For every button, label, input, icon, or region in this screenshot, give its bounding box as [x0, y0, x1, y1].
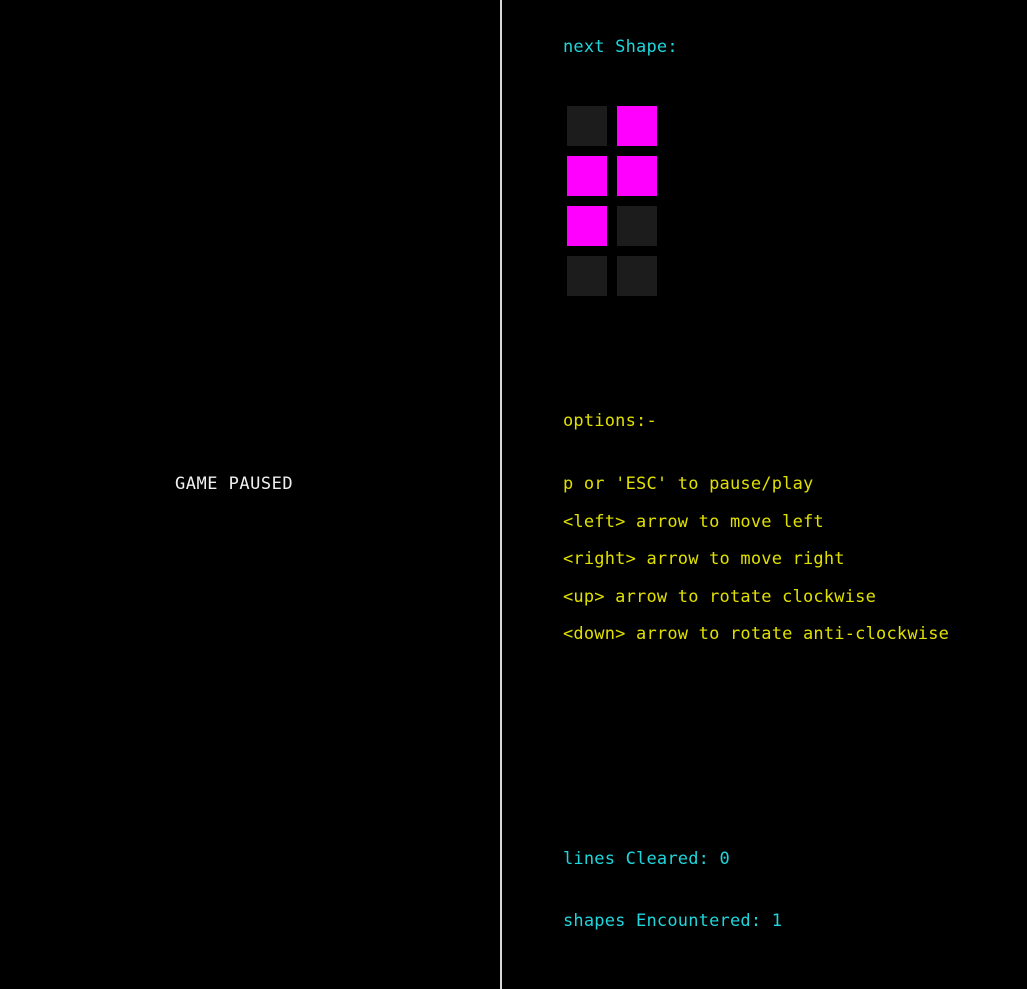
lines-cleared-counter: lines Cleared: 0: [563, 849, 730, 869]
shape-block-filled: [567, 206, 607, 246]
shape-block-filled: [567, 156, 607, 196]
shapes-encountered-counter: shapes Encountered: 1: [563, 911, 783, 931]
shape-block-filled: [617, 106, 657, 146]
shape-block-empty: [567, 106, 607, 146]
shape-block-empty: [617, 256, 657, 296]
game-paused-message: GAME PAUSED: [175, 474, 294, 494]
options-label: options:-: [563, 411, 657, 431]
option-rotate-clockwise: <up> arrow to rotate clockwise: [563, 586, 877, 607]
shape-block-empty: [617, 206, 657, 246]
shape-block-empty: [567, 256, 607, 296]
next-shape-label: next Shape:: [563, 37, 678, 57]
option-move-left: <left> arrow to move left: [563, 511, 824, 532]
option-move-right: <right> arrow to move right: [563, 549, 845, 569]
option-rotate-anticlockwise: <down> arrow to rotate anti-clockwise: [563, 624, 950, 644]
shape-block-filled: [617, 156, 657, 196]
option-pause: p or 'ESC' to pause/play: [563, 474, 814, 494]
next-shape-preview: [567, 106, 659, 298]
options-list: p or 'ESC' to pause/play <left> arrow to…: [563, 474, 949, 662]
game-board[interactable]: GAME PAUSED: [0, 0, 500, 989]
info-panel: next Shape: options:- p or 'ESC' to paus…: [502, 0, 1027, 989]
